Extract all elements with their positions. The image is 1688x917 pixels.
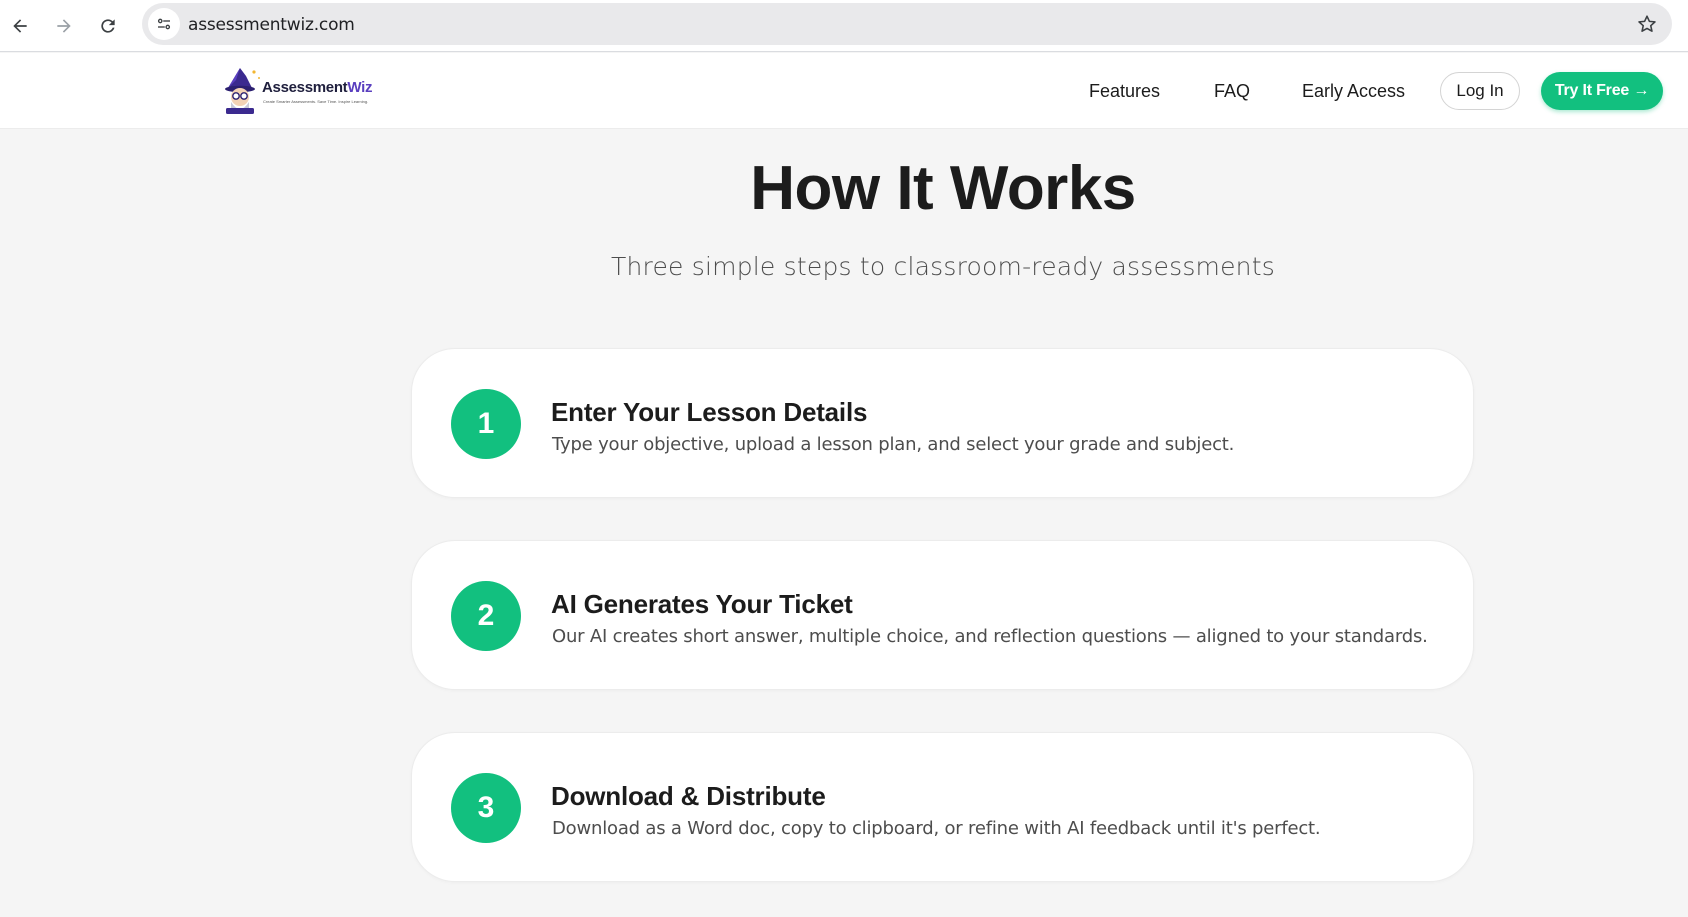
browser-toolbar: assessmentwiz.com	[0, 0, 1688, 52]
site-info-button[interactable]	[148, 8, 180, 40]
step-title: Enter Your Lesson Details	[551, 397, 868, 427]
logo-name-part1: Assessment	[262, 79, 348, 96]
site-header: AssessmentWiz Create Smarter Assessments…	[0, 53, 1688, 129]
step-number-badge: 2	[451, 581, 521, 651]
reload-icon	[101, 19, 115, 33]
reload-button[interactable]	[90, 8, 126, 44]
address-bar[interactable]: assessmentwiz.com	[142, 3, 1672, 45]
logo-wordmark: AssessmentWiz	[262, 79, 372, 96]
login-button[interactable]: Log In	[1440, 72, 1520, 110]
back-arrow-icon	[13, 19, 27, 33]
step-number-badge: 3	[451, 773, 521, 843]
forward-button[interactable]	[46, 8, 82, 44]
nav-early-access[interactable]: Early Access	[1302, 81, 1405, 102]
logo-tagline: Create Smarter Assessments. Save Time. I…	[263, 99, 369, 104]
try-free-button[interactable]: Try It Free →	[1541, 72, 1663, 110]
step-card: 3 Download & Distribute Download as a Wo…	[411, 732, 1474, 882]
step-description: Our AI creates short answer, multiple ch…	[552, 626, 1428, 647]
step-title: Download & Distribute	[551, 781, 826, 811]
nav-features[interactable]: Features	[1089, 81, 1160, 102]
nav-faq[interactable]: FAQ	[1214, 81, 1250, 102]
url-text[interactable]: assessmentwiz.com	[188, 15, 355, 35]
page-subtitle: Three simple steps to classroom-ready as…	[611, 252, 1275, 281]
back-button[interactable]	[2, 8, 38, 44]
step-card: 1 Enter Your Lesson Details Type your ob…	[411, 348, 1474, 498]
wizard-logo-icon	[225, 68, 260, 114]
step-number-badge: 1	[451, 389, 521, 459]
logo[interactable]: AssessmentWiz Create Smarter Assessments…	[222, 66, 382, 116]
step-card: 2 AI Generates Your Ticket Our AI create…	[411, 540, 1474, 690]
forward-arrow-icon	[57, 19, 71, 33]
step-description: Download as a Word doc, copy to clipboar…	[552, 818, 1321, 839]
logo-name-part2: Wiz	[347, 79, 373, 96]
step-title: AI Generates Your Ticket	[551, 589, 853, 619]
bookmark-star-icon[interactable]	[1636, 13, 1658, 35]
step-description: Type your objective, upload a lesson pla…	[552, 434, 1235, 455]
site-settings-icon	[157, 18, 171, 30]
page-title: How It Works	[750, 154, 1136, 223]
